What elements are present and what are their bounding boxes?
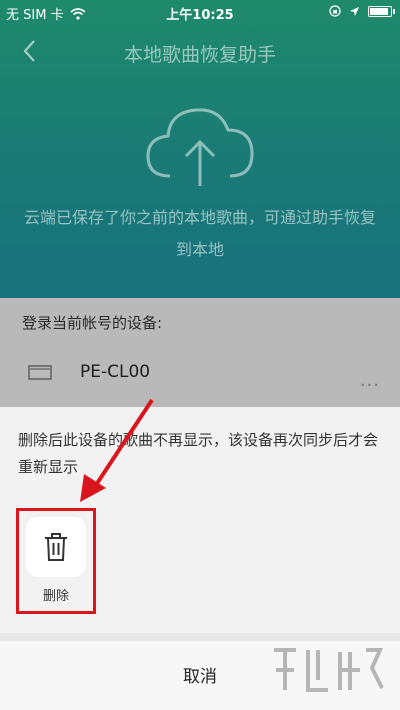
device-row[interactable]: PE-CL00 ... <box>0 348 400 398</box>
red-arrow-annotation <box>80 398 154 502</box>
rotation-lock-icon <box>329 5 341 17</box>
device-panel: 登录当前帐号的设备: PE-CL00 ... <box>0 298 400 408</box>
nav-bar: 本地歌曲恢复助手 <box>0 26 400 78</box>
device-more-button[interactable]: ... <box>360 370 380 391</box>
device-name: PE-CL00 <box>80 362 151 382</box>
status-bar: 无 SIM 卡 上午10:25 <box>0 0 400 26</box>
watermark-logo <box>274 648 384 692</box>
device-panel-title: 登录当前帐号的设备: <box>22 314 163 332</box>
computer-icon <box>28 365 52 380</box>
page-title: 本地歌曲恢复助手 <box>123 44 276 66</box>
status-right <box>329 5 395 17</box>
app-screen: 无 SIM 卡 上午10:25 本地歌曲恢复助手 云端已保存了你之前的本地歌曲，… <box>0 0 400 710</box>
battery-icon <box>368 5 395 17</box>
restore-assistant-page: 无 SIM 卡 上午10:25 本地歌曲恢复助手 云端已保存了你之前的本地歌曲，… <box>0 0 400 300</box>
cloud-upload-icon <box>146 108 254 186</box>
highlight-box <box>16 508 96 614</box>
location-icon <box>350 6 359 16</box>
intro-text: 云端已保存了你之前的本地歌曲，可通过助手恢复到本地 <box>24 208 377 259</box>
